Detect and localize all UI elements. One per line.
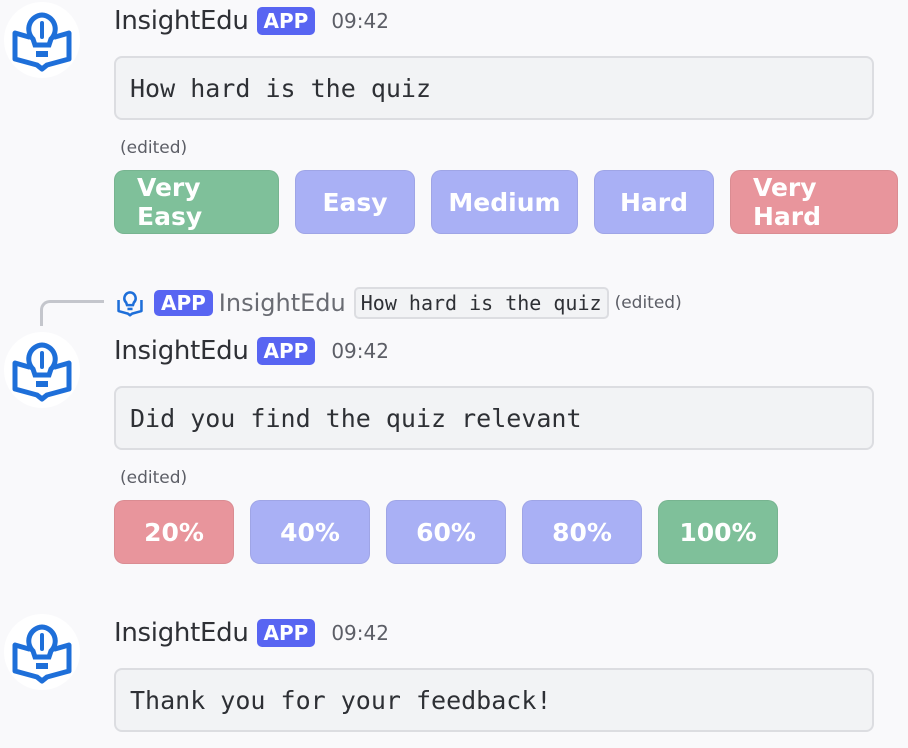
edited-label: (edited) [120,138,188,158]
book-lightbulb-icon [117,291,143,317]
60-percent-button[interactable]: 60% [386,500,506,564]
20-percent-button[interactable]: 20% [114,500,234,564]
timestamp: 09:42 [331,9,389,33]
edited-label: (edited) [120,468,188,488]
medium-button[interactable]: Medium [431,170,578,234]
timestamp: 09:42 [331,339,389,363]
username[interactable]: InsightEdu [114,6,249,36]
message-header: InsightEdu APP 09:42 [114,616,389,650]
relevance-button-row: 20% 40% 60% 80% 100% [114,500,778,564]
hard-button[interactable]: Hard [594,170,714,234]
reply-reference[interactable]: APP InsightEdu How hard is the quiz (edi… [0,286,908,326]
message-code-block: Did you find the quiz relevant [114,386,874,450]
80-percent-button[interactable]: 80% [522,500,642,564]
username[interactable]: InsightEdu [114,618,249,648]
username[interactable]: InsightEdu [114,336,249,366]
easy-button[interactable]: Easy [295,170,415,234]
reply-text: How hard is the quiz [353,287,609,319]
100-percent-button[interactable]: 100% [658,500,778,564]
timestamp: 09:42 [331,621,389,645]
app-tag: APP [256,337,316,365]
reply-edited-label: (edited) [614,293,682,313]
reply-content[interactable]: APP InsightEdu How hard is the quiz (edi… [116,286,682,320]
40-percent-button[interactable]: 40% [250,500,370,564]
book-lightbulb-icon [12,624,72,684]
reply-app-tag: APP [154,290,213,316]
reply-connector [40,300,104,326]
message-header: InsightEdu APP 09:42 [114,4,389,38]
very-hard-button[interactable]: Very Hard [730,170,898,234]
app-tag: APP [256,7,316,35]
book-lightbulb-icon [12,12,72,72]
very-easy-button[interactable]: Very Easy [114,170,279,234]
avatar[interactable] [4,332,80,408]
book-lightbulb-icon [12,342,72,402]
avatar[interactable] [4,2,80,78]
message-code-block: How hard is the quiz [114,56,874,120]
app-tag: APP [256,619,316,647]
message-header: InsightEdu APP 09:42 [114,334,389,368]
difficulty-button-row: Very Easy Easy Medium Hard Very Hard [114,170,898,234]
reply-username[interactable]: InsightEdu [219,289,346,317]
message-code-block: Thank you for your feedback! [114,668,874,732]
avatar[interactable] [4,614,80,690]
